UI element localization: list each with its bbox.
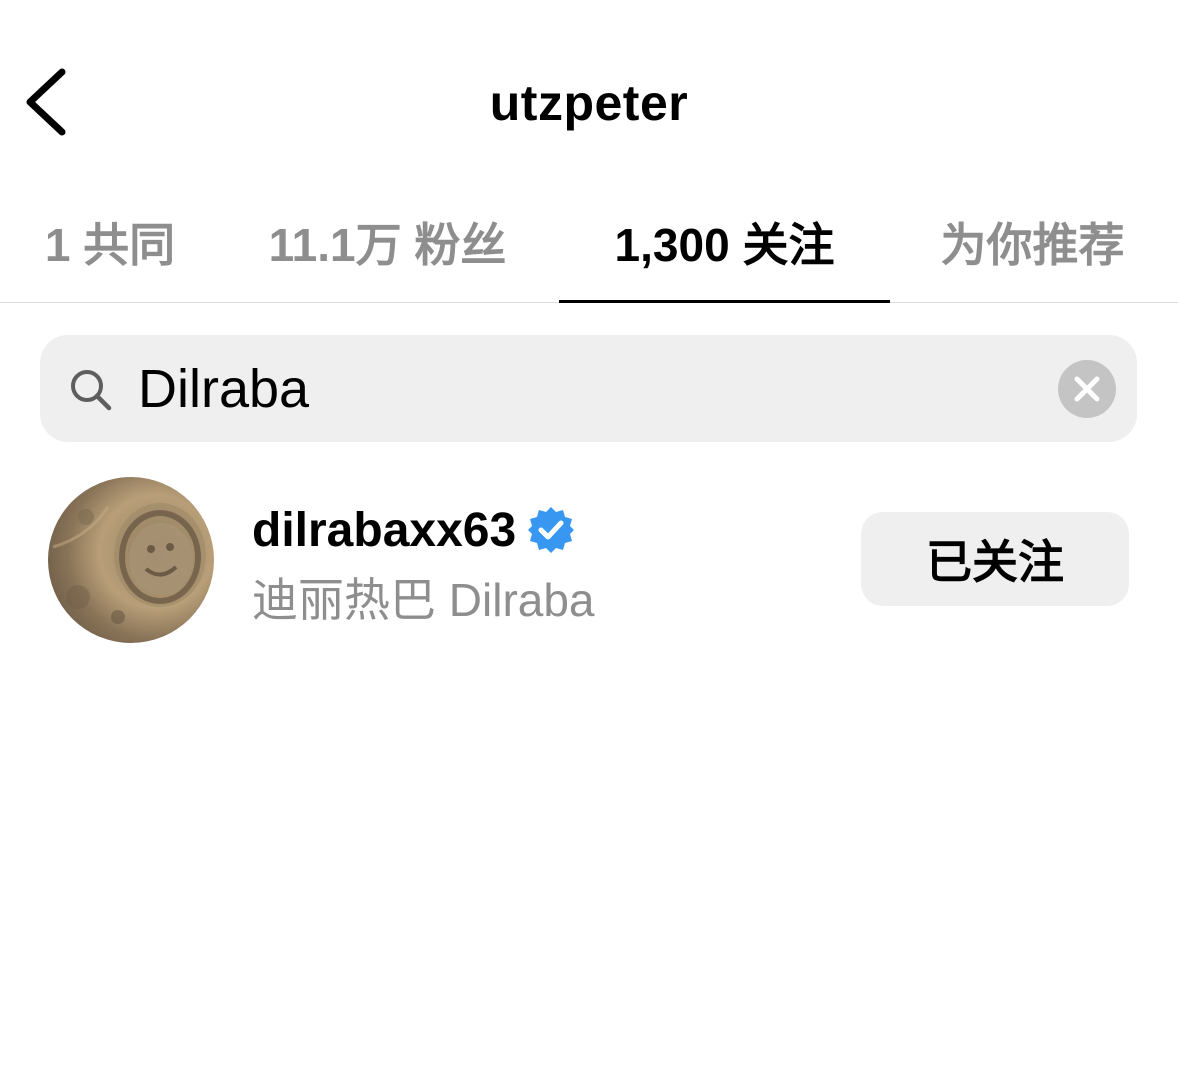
tab-followers[interactable]: 11.1万 粉丝: [250, 205, 525, 301]
verified-badge-icon: [528, 507, 575, 553]
username: dilrabaxx63: [252, 503, 517, 557]
tab-bar: 1 共同 11.1万 粉丝 1,300 关注 为你推荐: [0, 205, 1178, 303]
clear-search-button[interactable]: [1058, 360, 1116, 418]
tab-mutual[interactable]: 1 共同: [20, 205, 200, 301]
username-line[interactable]: dilrabaxx63: [252, 500, 576, 560]
page-title: utzpeter: [489, 75, 689, 131]
header: utzpeter: [0, 0, 1178, 200]
search-icon: [71, 370, 112, 411]
avatar[interactable]: [48, 477, 214, 643]
full-name: 迪丽热巴 Dilraba: [252, 574, 595, 626]
tab-following[interactable]: 1,300 关注: [559, 205, 890, 303]
search-input[interactable]: [138, 357, 1018, 421]
tab-suggested[interactable]: 为你推荐: [915, 205, 1150, 301]
following-button[interactable]: 已关注: [861, 512, 1129, 606]
clear-icon: [1074, 376, 1100, 402]
